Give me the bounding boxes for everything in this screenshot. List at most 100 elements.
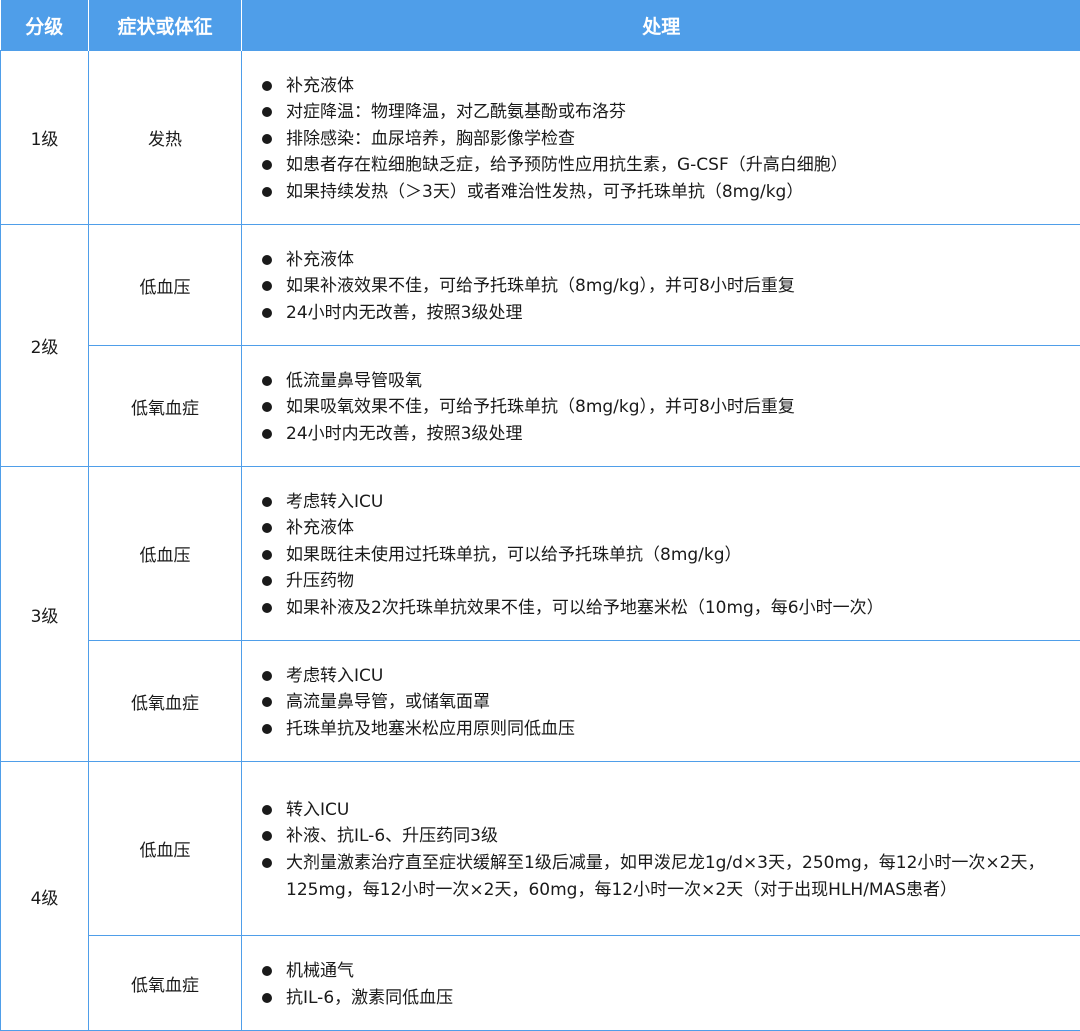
item-text: 如果补液效果不佳，可给予托珠单抗（8mg/kg），并可8小时后重复 xyxy=(286,276,795,296)
table-row: 低氧血症 考虑转入ICU 高流量鼻导管，或储氧面罩 托珠单抗及地塞米松应用原则同… xyxy=(1,641,1080,762)
bullet-icon xyxy=(262,805,272,815)
symptom-cell: 低血压 xyxy=(89,467,242,641)
list-item: 如患者存在粒细胞缺乏症，给予预防性应用抗生素，G-CSF（升高白细胞） xyxy=(260,152,1080,179)
item-text: 转入ICU xyxy=(286,800,349,820)
list-item: 升压药物 xyxy=(260,568,1080,595)
treatment-cell: 转入ICU 补液、抗IL-6、升压药同3级 大剂量激素治疗直至症状缓解至1级后减… xyxy=(242,762,1080,936)
item-text: 托珠单抗及地塞米松应用原则同低血压 xyxy=(286,719,575,739)
item-text: 如患者存在粒细胞缺乏症，给予预防性应用抗生素，G-CSF（升高白细胞） xyxy=(286,155,848,175)
treatment-table: 分级 症状或体征 处理 1级 发热 补充液体 对症降温：物理降温，对乙酰氨基酚或… xyxy=(0,0,1080,1031)
list-item: 24小时内无改善，按照3级处理 xyxy=(260,421,1080,448)
header-symptom: 症状或体征 xyxy=(89,0,242,51)
treatment-list: 考虑转入ICU 补充液体 如果既往未使用过托珠单抗，可以给予托珠单抗（8mg/k… xyxy=(260,489,1080,622)
list-item: 补充液体 xyxy=(260,73,1080,100)
list-item: 机械通气 xyxy=(260,958,1080,985)
item-text: 补充液体 xyxy=(286,76,354,96)
treatment-cell: 考虑转入ICU 高流量鼻导管，或储氧面罩 托珠单抗及地塞米松应用原则同低血压 xyxy=(242,641,1080,762)
item-text: 考虑转入ICU xyxy=(286,666,383,686)
treatment-cell: 补充液体 如果补液效果不佳，可给予托珠单抗（8mg/kg），并可8小时后重复 2… xyxy=(242,225,1080,346)
item-text: 低流量鼻导管吸氧 xyxy=(286,371,422,391)
list-item: 补充液体 xyxy=(260,515,1080,542)
list-item: 如果补液及2次托珠单抗效果不佳，可以给予地塞米松（10mg，每6小时一次） xyxy=(260,595,1080,622)
treatment-cell: 机械通气 抗IL-6，激素同低血压 xyxy=(242,936,1080,1031)
header-grade: 分级 xyxy=(1,0,89,51)
bullet-icon xyxy=(262,550,272,560)
list-item: 如果补液效果不佳，可给予托珠单抗（8mg/kg），并可8小时后重复 xyxy=(260,273,1080,300)
list-item: 如果吸氧效果不佳，可给予托珠单抗（8mg/kg），并可8小时后重复 xyxy=(260,394,1080,421)
item-text: 补液、抗IL-6、升压药同3级 xyxy=(286,826,498,846)
symptom-cell: 发热 xyxy=(89,51,242,225)
list-item: 低流量鼻导管吸氧 xyxy=(260,368,1080,395)
item-text: 如果既往未使用过托珠单抗，可以给予托珠单抗（8mg/kg） xyxy=(286,545,742,565)
bullet-icon xyxy=(262,160,272,170)
symptom-cell: 低血压 xyxy=(89,762,242,936)
bullet-icon xyxy=(262,255,272,265)
bullet-icon xyxy=(262,993,272,1003)
symptom-cell: 低氧血症 xyxy=(89,641,242,762)
list-item: 托珠单抗及地塞米松应用原则同低血压 xyxy=(260,716,1080,743)
list-item: 如果持续发热（＞3天）或者难治性发热，可予托珠单抗（8mg/kg） xyxy=(260,179,1080,206)
item-text: 补充液体 xyxy=(286,250,354,270)
table-row: 3级 低血压 考虑转入ICU 补充液体 如果既往未使用过托珠单抗，可以给予托珠单… xyxy=(1,467,1080,641)
table-row: 2级 低血压 补充液体 如果补液效果不佳，可给予托珠单抗（8mg/kg），并可8… xyxy=(1,225,1080,346)
table-row: 1级 发热 补充液体 对症降温：物理降温，对乙酰氨基酚或布洛芬 排除感染：血尿培… xyxy=(1,51,1080,225)
treatment-list: 考虑转入ICU 高流量鼻导管，或储氧面罩 托珠单抗及地塞米松应用原则同低血压 xyxy=(260,663,1080,743)
item-text: 大剂量激素治疗直至症状缓解至1级后减量，如甲泼尼龙1g/d×3天，250mg，每… xyxy=(286,853,1045,900)
treatment-cell: 考虑转入ICU 补充液体 如果既往未使用过托珠单抗，可以给予托珠单抗（8mg/k… xyxy=(242,467,1080,641)
bullet-icon xyxy=(262,671,272,681)
item-text: 24小时内无改善，按照3级处理 xyxy=(286,424,522,444)
list-item: 考虑转入ICU xyxy=(260,489,1080,516)
treatment-list: 低流量鼻导管吸氧 如果吸氧效果不佳，可给予托珠单抗（8mg/kg），并可8小时后… xyxy=(260,368,1080,448)
treatment-list: 补充液体 对症降温：物理降温，对乙酰氨基酚或布洛芬 排除感染：血尿培养，胸部影像… xyxy=(260,73,1080,206)
treatment-cell: 补充液体 对症降温：物理降温，对乙酰氨基酚或布洛芬 排除感染：血尿培养，胸部影像… xyxy=(242,51,1080,225)
treatment-cell: 低流量鼻导管吸氧 如果吸氧效果不佳，可给予托珠单抗（8mg/kg），并可8小时后… xyxy=(242,346,1080,467)
bullet-icon xyxy=(262,429,272,439)
item-text: 24小时内无改善，按照3级处理 xyxy=(286,303,522,323)
symptom-cell: 低血压 xyxy=(89,225,242,346)
item-text: 如果吸氧效果不佳，可给予托珠单抗（8mg/kg），并可8小时后重复 xyxy=(286,397,795,417)
item-text: 如果补液及2次托珠单抗效果不佳，可以给予地塞米松（10mg，每6小时一次） xyxy=(286,598,884,618)
bullet-icon xyxy=(262,724,272,734)
item-text: 抗IL-6，激素同低血压 xyxy=(286,988,453,1008)
list-item: 转入ICU xyxy=(260,797,1080,824)
bullet-icon xyxy=(262,497,272,507)
list-item: 如果既往未使用过托珠单抗，可以给予托珠单抗（8mg/kg） xyxy=(260,542,1080,569)
bullet-icon xyxy=(262,187,272,197)
list-item: 大剂量激素治疗直至症状缓解至1级后减量，如甲泼尼龙1g/d×3天，250mg，每… xyxy=(260,850,1080,903)
item-text: 对症降温：物理降温，对乙酰氨基酚或布洛芬 xyxy=(286,102,626,122)
bullet-icon xyxy=(262,603,272,613)
item-text: 高流量鼻导管，或储氧面罩 xyxy=(286,692,490,712)
list-item: 补充液体 xyxy=(260,247,1080,274)
bullet-icon xyxy=(262,281,272,291)
bullet-icon xyxy=(262,966,272,976)
bullet-icon xyxy=(262,134,272,144)
item-text: 升压药物 xyxy=(286,571,354,591)
symptom-cell: 低氧血症 xyxy=(89,936,242,1031)
list-item: 排除感染：血尿培养，胸部影像学检查 xyxy=(260,126,1080,153)
treatment-list: 机械通气 抗IL-6，激素同低血压 xyxy=(260,958,1080,1011)
bullet-icon xyxy=(262,576,272,586)
grade-cell: 4级 xyxy=(1,762,89,1031)
item-text: 排除感染：血尿培养，胸部影像学检查 xyxy=(286,129,575,149)
list-item: 高流量鼻导管，或储氧面罩 xyxy=(260,689,1080,716)
grade-cell: 3级 xyxy=(1,467,89,762)
item-text: 如果持续发热（＞3天）或者难治性发热，可予托珠单抗（8mg/kg） xyxy=(286,182,803,202)
bullet-icon xyxy=(262,523,272,533)
list-item: 补液、抗IL-6、升压药同3级 xyxy=(260,823,1080,850)
grade-cell: 1级 xyxy=(1,51,89,225)
treatment-list: 补充液体 如果补液效果不佳，可给予托珠单抗（8mg/kg），并可8小时后重复 2… xyxy=(260,247,1080,327)
header-treatment: 处理 xyxy=(242,0,1080,51)
header-row: 分级 症状或体征 处理 xyxy=(1,0,1080,51)
bullet-icon xyxy=(262,107,272,117)
bullet-icon xyxy=(262,376,272,386)
table-row: 低氧血症 低流量鼻导管吸氧 如果吸氧效果不佳，可给予托珠单抗（8mg/kg），并… xyxy=(1,346,1080,467)
grade-cell: 2级 xyxy=(1,225,89,467)
treatment-list: 转入ICU 补液、抗IL-6、升压药同3级 大剂量激素治疗直至症状缓解至1级后减… xyxy=(260,797,1080,903)
item-text: 补充液体 xyxy=(286,518,354,538)
list-item: 考虑转入ICU xyxy=(260,663,1080,690)
bullet-icon xyxy=(262,831,272,841)
list-item: 24小时内无改善，按照3级处理 xyxy=(260,300,1080,327)
bullet-icon xyxy=(262,402,272,412)
item-text: 机械通气 xyxy=(286,961,354,981)
table-row: 4级 低血压 转入ICU 补液、抗IL-6、升压药同3级 大剂量激素治疗直至症状… xyxy=(1,762,1080,936)
